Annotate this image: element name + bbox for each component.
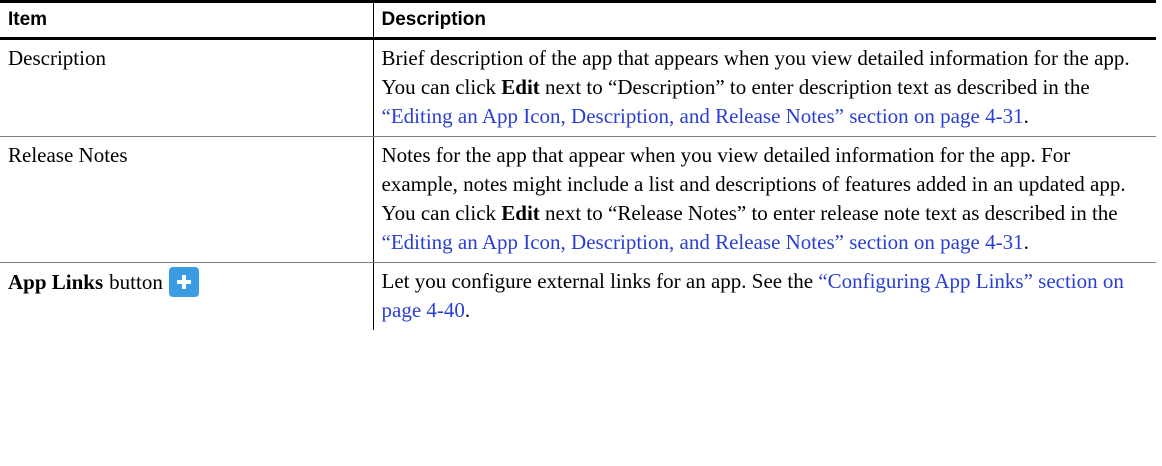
app-links-term: App Links	[8, 269, 104, 294]
table-row: App Links button Let you configure exter…	[0, 262, 1156, 331]
row-description-text: Brief description of the app that appear…	[372, 38, 1156, 137]
text-segment: Let you configure external links for an …	[381, 269, 819, 293]
text-segment: .	[464, 298, 471, 322]
text-segment: next to “Description” to enter descripti…	[539, 75, 1090, 99]
app-details-table: Item Description Description Brief descr…	[0, 0, 1156, 330]
column-header-item: Item	[0, 0, 373, 40]
column-header-description: Description	[372, 0, 1156, 40]
row-item-description: Description	[0, 38, 373, 137]
row-description-text: Notes for the app that appear when you v…	[372, 136, 1156, 263]
table-row: Release Notes Notes for the app that app…	[0, 136, 1156, 263]
plus-icon-glyph	[176, 275, 191, 289]
text-segment: .	[1023, 230, 1029, 254]
edit-term: Edit	[501, 75, 540, 99]
row-description-text: Let you configure external links for an …	[372, 262, 1156, 330]
row-item-app-links: App Links button	[0, 263, 373, 331]
table-header-row: Item Description	[0, 0, 1156, 40]
button-word: button	[109, 269, 163, 294]
cross-reference-link[interactable]: “Editing an App Icon, Description, and R…	[382, 230, 1024, 254]
text-segment: .	[1023, 104, 1029, 128]
plus-icon	[168, 267, 199, 297]
edit-term: Edit	[501, 201, 540, 225]
text-segment: next to “Release Notes” to enter release…	[539, 201, 1118, 225]
row-item-release-notes: Release Notes	[0, 136, 373, 263]
table-row: Description Brief description of the app…	[0, 38, 1156, 137]
cross-reference-link[interactable]: “Editing an App Icon, Description, and R…	[382, 104, 1024, 128]
